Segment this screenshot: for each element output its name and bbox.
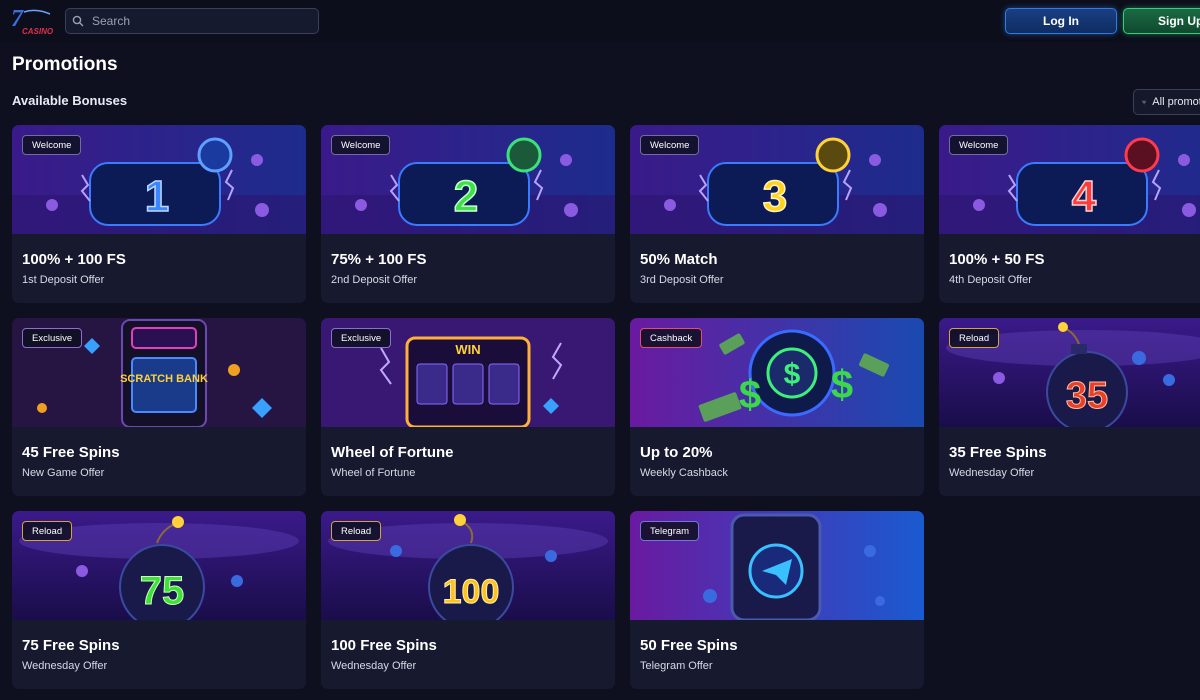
section-title: Available Bonuses (12, 93, 128, 108)
promo-subtitle: Telegram Offer (640, 660, 713, 672)
top-navigation-bar: 7 CASINO Log In Sign Up (0, 0, 1200, 42)
win-sign: WIN (455, 342, 480, 357)
promo-tag: Reload (949, 328, 1000, 348)
search-icon (72, 15, 84, 27)
promo-tag: Welcome (640, 135, 700, 155)
promo-card[interactable]: SCRATCH BANK Exclusive 45 Free Spins New… (12, 318, 306, 496)
promo-card[interactable]: 4 Welcome 100% + 50 FS 4th Deposit Offer (939, 125, 1200, 303)
promo-tag: Welcome (22, 135, 82, 155)
promo-title: 75 Free Spins (22, 637, 120, 654)
promo-title: 35 Free Spins (949, 444, 1047, 461)
filter-icon (1142, 100, 1147, 104)
scratch-bank-logo: SCRATCH BANK (120, 373, 208, 385)
promo-subtitle: Wednesday Offer (22, 660, 108, 672)
promo-title: Up to 20% (640, 444, 713, 461)
promo-card[interactable]: 75 Reload 75 Free Spins Wednesday Offer (12, 511, 306, 689)
promo-subtitle: Wheel of Fortune (331, 467, 416, 479)
bomb-number: 35 (1066, 375, 1108, 417)
promo-subtitle: Wednesday Offer (949, 467, 1035, 479)
search-box[interactable] (65, 8, 319, 34)
filter-label: All promotions (1152, 96, 1200, 108)
page-title: Promotions (12, 54, 118, 75)
promo-tag: Telegram (640, 521, 700, 541)
promo-title: 100 Free Spins (331, 637, 437, 654)
promo-subtitle: Wednesday Offer (331, 660, 417, 672)
search-input[interactable] (90, 13, 314, 29)
reel-number-2: 2 (454, 172, 478, 221)
dollar-sign: $ (784, 358, 801, 391)
promo-card[interactable]: 100 Reload 100 Free Spins Wednesday Offe… (321, 511, 615, 689)
promo-card[interactable]: WIN Exclusive Wheel of Fortune Wheel of … (321, 318, 615, 496)
login-button[interactable]: Log In (1005, 8, 1117, 34)
promo-card[interactable]: 1 Welcome 100% + 100 FS 1st Deposit Offe… (12, 125, 306, 303)
promo-subtitle: 1st Deposit Offer (22, 274, 105, 286)
promo-card[interactable]: 2 Welcome 75% + 100 FS 2nd Deposit Offer (321, 125, 615, 303)
promo-subtitle: New Game Offer (22, 467, 105, 479)
reel-number-1: 1 (145, 172, 169, 221)
dollar-sign-right: $ (831, 363, 853, 407)
promo-tag: Reload (331, 521, 382, 541)
signup-button[interactable]: Sign Up (1123, 8, 1200, 34)
promo-title: Wheel of Fortune (331, 444, 454, 461)
promo-tag: Welcome (949, 135, 1009, 155)
promo-tag: Exclusive (22, 328, 83, 348)
svg-text:CASINO: CASINO (22, 27, 54, 36)
promo-subtitle: Weekly Cashback (640, 467, 728, 479)
promotion-filter-dropdown[interactable]: All promotions (1133, 89, 1200, 115)
reel-number-3: 3 (763, 172, 787, 221)
promo-tag: Exclusive (331, 328, 392, 348)
reel-number-4: 4 (1072, 172, 1097, 221)
promo-subtitle: 3rd Deposit Offer (640, 274, 724, 286)
promo-tag: Reload (22, 521, 73, 541)
promo-title: 75% + 100 FS (331, 251, 427, 268)
bomb-number: 75 (140, 569, 185, 613)
promo-title: 50 Free Spins (640, 637, 738, 654)
promo-title: 100% + 50 FS (949, 251, 1045, 268)
casino-logo[interactable]: 7 CASINO (10, 6, 58, 36)
promo-title: 100% + 100 FS (22, 251, 126, 268)
dollar-sign-left: $ (739, 373, 761, 417)
promo-title: 45 Free Spins (22, 444, 120, 461)
promo-card[interactable]: 3 Welcome 50% Match 3rd Deposit Offer (630, 125, 924, 303)
promo-card[interactable]: Telegram 50 Free Spins Telegram Offer (630, 511, 924, 689)
promo-title: 50% Match (640, 251, 718, 268)
promo-subtitle: 2nd Deposit Offer (331, 274, 418, 286)
promo-card[interactable]: 35 Reload 35 Free Spins Wednesday Offer (939, 318, 1200, 496)
promo-card[interactable]: $ $ $ Cashback Up to 20% Weekly Cashback (630, 318, 924, 496)
promo-tag: Welcome (331, 135, 391, 155)
promo-tag: Cashback (640, 328, 703, 348)
promo-subtitle: 4th Deposit Offer (949, 274, 1032, 286)
bomb-number: 100 (443, 573, 500, 611)
